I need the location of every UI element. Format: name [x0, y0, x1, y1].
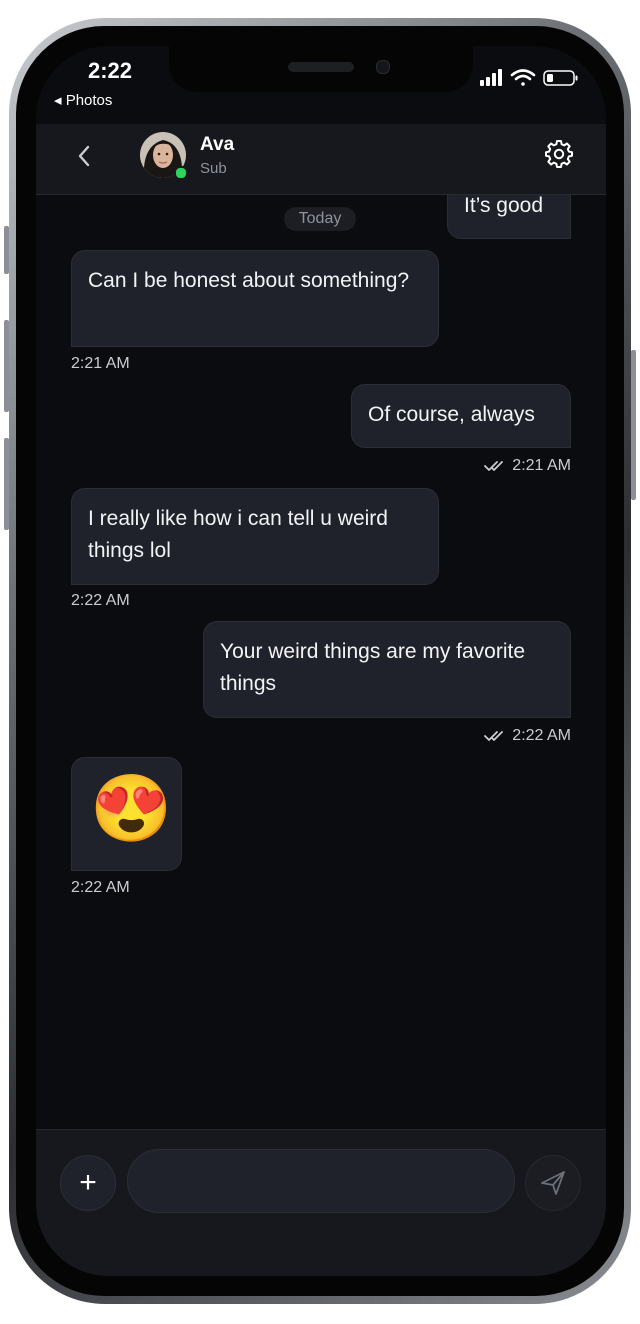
message-list: It’s good Today Can I be honest about so…: [36, 195, 606, 1129]
screen: 2:22 ◂ Photos Ava Sub It’s good Today Ca…: [36, 46, 606, 1276]
message-time: 2:22 AM: [512, 727, 571, 744]
message-bubble-outgoing[interactable]: It’s good: [447, 195, 571, 239]
signal-icon: [480, 69, 502, 86]
message-bubble-outgoing[interactable]: Your weird things are my favorite things: [203, 621, 571, 718]
message-meta: 2:21 AM: [484, 457, 571, 475]
message-text: Of course, always: [368, 403, 535, 426]
wifi-icon: [510, 69, 536, 86]
gear-icon[interactable]: [545, 140, 573, 168]
message-bubble-incoming[interactable]: I really like how i can tell u weird thi…: [71, 488, 439, 585]
message-meta: 2:22 AM: [484, 727, 571, 745]
status-icons: [480, 69, 578, 86]
message-bubble-outgoing[interactable]: Of course, always: [351, 384, 571, 448]
back-chevron-icon[interactable]: [74, 142, 94, 170]
date-divider: Today: [284, 207, 356, 231]
heart-eyes-emoji: 😍: [90, 771, 173, 845]
message-composer: +: [36, 1129, 606, 1276]
message-input[interactable]: [127, 1149, 515, 1213]
message-bubble-incoming-emoji[interactable]: 😍: [71, 757, 182, 871]
contact-name[interactable]: Ava: [200, 134, 234, 156]
back-to-photos-link[interactable]: ◂ Photos: [54, 91, 112, 109]
speaker: [288, 62, 354, 72]
notch: [169, 46, 473, 92]
message-text: Your weird things are my favorite things: [220, 640, 526, 695]
double-check-icon: [484, 461, 504, 471]
add-attachment-button[interactable]: +: [60, 1155, 116, 1211]
chat-header: Ava Sub: [36, 124, 606, 195]
volume-down-button: [4, 438, 9, 530]
message-time: 2:21 AM: [512, 457, 571, 474]
double-check-icon: [484, 731, 504, 741]
message-bubble-incoming[interactable]: Can I be honest about something?: [71, 250, 439, 347]
message-time: 2:22 AM: [71, 592, 130, 609]
front-camera: [376, 60, 390, 74]
contact-subtitle: Sub: [200, 160, 227, 177]
message-time: 2:22 AM: [71, 879, 130, 896]
message-time: 2:21 AM: [71, 355, 130, 372]
battery-icon: [543, 70, 578, 86]
mute-switch: [4, 226, 9, 274]
online-status-dot: [174, 166, 188, 180]
send-icon: [541, 1171, 565, 1195]
send-button[interactable]: [525, 1155, 581, 1211]
message-text: It’s good: [464, 195, 544, 217]
message-text: I really like how i can tell u weird thi…: [88, 507, 388, 562]
status-time: 2:22: [88, 58, 133, 83]
message-text: Can I be honest about something?: [88, 269, 410, 292]
volume-up-button: [4, 320, 9, 412]
power-button: [631, 350, 636, 500]
